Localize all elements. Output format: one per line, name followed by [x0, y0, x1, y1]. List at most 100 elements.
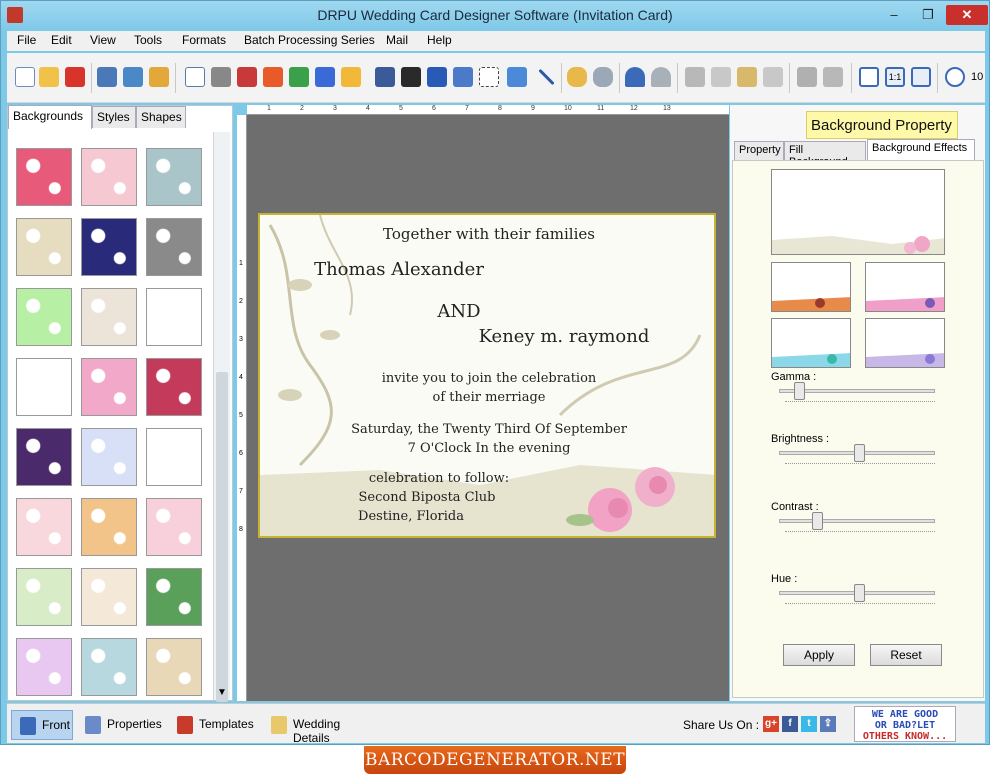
database2-icon[interactable] — [593, 67, 613, 87]
effect-preview-cyan[interactable] — [771, 318, 851, 368]
slider-track[interactable] — [779, 519, 935, 523]
fit-icon[interactable] — [911, 67, 931, 87]
background-thumbnail[interactable] — [16, 148, 72, 206]
effect-preview-lavender[interactable] — [865, 318, 945, 368]
background-thumbnail[interactable] — [146, 638, 202, 696]
card-invite-line2[interactable]: of their merriage — [260, 390, 714, 405]
background-thumbnail[interactable] — [81, 148, 137, 206]
card-time[interactable]: 7 O'Clock In the evening — [260, 441, 714, 456]
thumbnails-scrollbar[interactable]: ▼ — [213, 132, 230, 702]
background-thumbnail[interactable] — [81, 358, 137, 416]
barcode-icon[interactable] — [375, 67, 395, 87]
save-icon[interactable] — [97, 67, 117, 87]
menu-batch-processing[interactable]: Batch Processing Series — [244, 33, 375, 47]
properties-button[interactable]: Properties — [77, 710, 165, 740]
database-icon[interactable] — [567, 67, 587, 87]
paste2-icon[interactable] — [763, 67, 783, 87]
menu-edit[interactable]: Edit — [51, 33, 72, 47]
menu-file[interactable]: File — [17, 33, 36, 47]
background-thumbnail[interactable] — [146, 148, 202, 206]
templates-button[interactable]: Templates — [169, 710, 259, 740]
redo-icon[interactable] — [651, 67, 671, 87]
menu-formats[interactable]: Formats — [182, 33, 226, 47]
cut-icon[interactable] — [711, 67, 731, 87]
background-thumbnail[interactable] — [16, 288, 72, 346]
zoom-in-icon[interactable] — [945, 67, 965, 87]
design-canvas[interactable]: Together with their families Thomas Alex… — [247, 115, 729, 701]
background-thumbnail[interactable] — [81, 568, 137, 626]
twitter-icon[interactable]: t — [801, 716, 817, 732]
slider-thumb[interactable] — [794, 382, 805, 400]
background-thumbnail[interactable] — [16, 428, 72, 486]
scrollbar-thumb[interactable] — [216, 372, 228, 702]
background-thumbnail[interactable] — [146, 288, 202, 346]
card-location[interactable]: Destine, Florida — [260, 509, 640, 524]
grid-icon[interactable] — [859, 67, 879, 87]
card-invite-line1[interactable]: invite you to join the celebration — [260, 371, 714, 386]
barcode2-icon[interactable] — [401, 67, 421, 87]
tab-styles[interactable]: Styles — [92, 106, 136, 128]
effect-preview-pink[interactable] — [865, 262, 945, 312]
open-icon[interactable] — [39, 67, 59, 87]
export-icon[interactable] — [149, 67, 169, 87]
background-thumbnail[interactable] — [146, 358, 202, 416]
image-icon[interactable] — [289, 67, 309, 87]
copy-icon[interactable] — [685, 67, 705, 87]
print-batch-icon[interactable] — [237, 67, 257, 87]
save-as-icon[interactable] — [123, 67, 143, 87]
background-thumbnail[interactable] — [81, 498, 137, 556]
card-and-text[interactable]: AND — [260, 301, 688, 322]
google-plus-icon[interactable]: g+ — [763, 716, 779, 732]
reset-button[interactable]: Reset — [870, 644, 942, 666]
card-intro-text[interactable]: Together with their families — [260, 225, 714, 243]
menu-view[interactable]: View — [90, 33, 116, 47]
background-thumbnail[interactable] — [81, 428, 137, 486]
wordart-icon[interactable] — [453, 67, 473, 87]
tab-backgrounds[interactable]: Backgrounds — [8, 105, 92, 129]
picture-icon[interactable] — [341, 67, 361, 87]
front-button[interactable]: Front — [11, 710, 73, 740]
background-thumbnail[interactable] — [81, 218, 137, 276]
close-doc-icon[interactable] — [65, 67, 85, 87]
card-celebration[interactable]: celebration to follow: — [260, 471, 668, 486]
scroll-down-icon[interactable]: ▼ — [217, 687, 227, 698]
wedding-details-button[interactable]: Wedding Details — [263, 710, 385, 745]
paste-icon[interactable] — [737, 67, 757, 87]
print-preview-icon[interactable] — [185, 67, 205, 87]
background-thumbnail[interactable] — [16, 568, 72, 626]
gift-icon[interactable] — [263, 67, 283, 87]
slider-thumb[interactable] — [854, 584, 865, 602]
pen-icon[interactable] — [315, 67, 335, 87]
share-icon[interactable]: ⇪ — [820, 716, 836, 732]
menu-tools[interactable]: Tools — [134, 33, 162, 47]
text-icon[interactable] — [427, 67, 447, 87]
signature-icon[interactable] — [479, 67, 499, 87]
bring-front-icon[interactable] — [797, 67, 817, 87]
feedback-badge[interactable]: WE ARE GOOD OR BAD?LET OTHERS KNOW... — [854, 706, 956, 742]
mail-icon[interactable] — [507, 67, 527, 87]
slider-thumb[interactable] — [854, 444, 865, 462]
apply-button[interactable]: Apply — [783, 644, 855, 666]
background-thumbnail[interactable] — [146, 568, 202, 626]
send-back-icon[interactable] — [823, 67, 843, 87]
slider-thumb[interactable] — [812, 512, 823, 530]
background-thumbnail[interactable] — [81, 638, 137, 696]
card-bride-name[interactable]: Keney m. raymond — [335, 326, 714, 347]
line-icon[interactable] — [538, 68, 555, 86]
menu-help[interactable]: Help — [427, 33, 452, 47]
background-thumbnail[interactable] — [16, 218, 72, 276]
background-thumbnail[interactable] — [146, 428, 202, 486]
background-thumbnail[interactable] — [16, 638, 72, 696]
tab-fill-background[interactable]: Fill Background — [784, 141, 866, 168]
background-thumbnail[interactable] — [146, 498, 202, 556]
new-icon[interactable] — [15, 67, 35, 87]
background-thumbnail[interactable] — [146, 218, 202, 276]
tab-property[interactable]: Property — [734, 141, 784, 160]
card-date[interactable]: Saturday, the Twenty Third Of September — [260, 422, 714, 437]
close-button[interactable]: ✕ — [946, 5, 988, 25]
minimize-button[interactable]: – — [881, 5, 907, 25]
menu-mail[interactable]: Mail — [386, 33, 408, 47]
card-venue[interactable]: Second Biposta Club — [260, 490, 656, 505]
undo-icon[interactable] — [625, 67, 645, 87]
actual-size-icon[interactable]: 1:1 — [885, 67, 905, 87]
